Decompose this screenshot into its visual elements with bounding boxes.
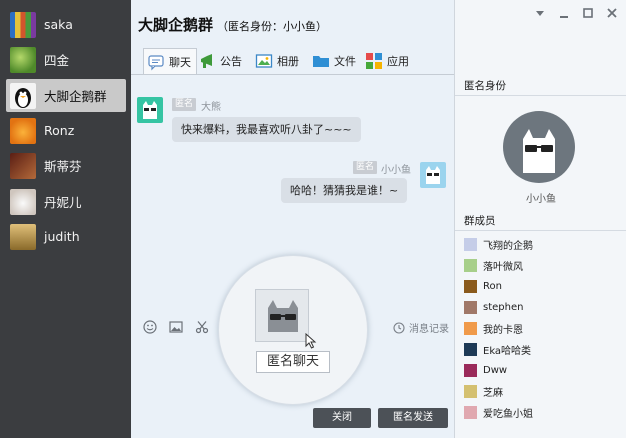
anonymous-identity-label: （匿名身份：小小鱼） xyxy=(217,20,328,33)
contact-item-sijin[interactable]: 四金 xyxy=(6,43,126,76)
sender-avatar xyxy=(137,97,163,123)
tab-apps[interactable]: 应用 xyxy=(365,48,409,74)
message-history-link[interactable]: 消息记录 xyxy=(393,320,449,335)
contact-sidebar: saka 四金 大脚企鹅群 Ronz 斯蒂芬 丹妮儿 judith xyxy=(0,0,131,438)
member-avatar xyxy=(464,321,477,335)
contact-name: 四金 xyxy=(44,53,70,68)
leaves-avatar xyxy=(10,46,36,73)
member-name: Dww xyxy=(483,364,508,376)
portrait-avatar xyxy=(10,152,36,179)
photo-icon xyxy=(255,52,273,70)
member-name: 飞翔的企鹅 xyxy=(483,240,533,252)
contact-name: judith xyxy=(44,229,80,244)
anonymous-tag: 匿名 xyxy=(353,161,378,174)
member-item[interactable]: Ron xyxy=(464,279,502,293)
anonymous-chat-label[interactable]: 匿名聊天 xyxy=(256,351,330,373)
member-item[interactable]: 芝麻 xyxy=(464,384,503,399)
member-avatar xyxy=(464,342,477,356)
penguin-avatar xyxy=(10,82,36,109)
member-avatar xyxy=(464,363,477,377)
member-name: stephen xyxy=(483,301,524,313)
contact-item-group[interactable]: 大脚企鹅群 xyxy=(6,79,126,112)
sender-nickname: 大熊 xyxy=(201,102,221,113)
contact-item-danier[interactable]: 丹妮儿 xyxy=(6,185,126,218)
member-name: 落叶微风 xyxy=(483,261,523,273)
member-name: Ron xyxy=(483,280,502,292)
member-item[interactable]: stephen xyxy=(464,300,523,314)
dropdown-icon[interactable] xyxy=(534,7,546,19)
tab-label: 文件 xyxy=(334,55,356,68)
clock-icon xyxy=(393,321,405,334)
group-name: 大脚企鹅群 xyxy=(138,16,214,34)
contact-name: 斯蒂芬 xyxy=(44,159,82,174)
member-avatar xyxy=(464,258,477,272)
member-name: 芝麻 xyxy=(483,387,503,399)
member-avatar xyxy=(464,237,477,251)
identity-section-title: 匿名身份 xyxy=(455,76,626,96)
member-avatar xyxy=(464,405,477,419)
folder-icon xyxy=(312,52,330,70)
message-bubble: 哈哈！猜猜我是谁！~ xyxy=(281,178,408,203)
self-avatar xyxy=(420,162,446,188)
cat-avatar xyxy=(10,188,36,215)
anonymous-chat-toggle[interactable] xyxy=(255,289,309,342)
maximize-icon[interactable] xyxy=(582,7,594,19)
chat-bubble-icon xyxy=(147,53,165,71)
chat-title: 大脚企鹅群 （匿名身份：小小鱼） xyxy=(138,14,327,35)
member-item[interactable]: 爱吃鱼小姐 xyxy=(464,405,533,420)
member-avatar xyxy=(464,384,477,398)
tab-files[interactable]: 文件 xyxy=(312,48,356,74)
contact-name: saka xyxy=(44,17,73,32)
pencils-avatar xyxy=(10,11,36,38)
tab-label: 相册 xyxy=(277,55,299,68)
scissors-icon[interactable] xyxy=(195,320,209,334)
tab-album[interactable]: 相册 xyxy=(255,48,299,74)
message-bubble: 快来爆料，我最喜欢听八卦了~~~ xyxy=(172,117,361,142)
tab-label: 公告 xyxy=(220,55,242,68)
shelf-avatar xyxy=(10,223,36,250)
tab-announcement[interactable]: 公告 xyxy=(198,48,242,74)
contact-name: Ronz xyxy=(44,123,75,138)
anonymous-tag: 匿名 xyxy=(172,98,197,111)
close-icon[interactable] xyxy=(606,7,618,19)
history-label: 消息记录 xyxy=(409,324,449,335)
members-section-title: 群成员 xyxy=(455,211,626,231)
info-panel: 匿名身份 小小鱼 群成员 飞翔的企鹅 落叶微风 Ron stephen 我的卡恩… xyxy=(454,0,626,438)
member-item[interactable]: Dww xyxy=(464,363,507,377)
window-controls xyxy=(534,7,618,19)
anonymous-avatar xyxy=(503,111,575,183)
contact-item-judith[interactable]: judith xyxy=(6,220,126,253)
contact-name: 大脚企鹅群 xyxy=(44,89,107,104)
member-name: 爱吃鱼小姐 xyxy=(483,408,533,420)
member-avatar xyxy=(464,300,477,314)
member-item[interactable]: 飞翔的企鹅 xyxy=(464,237,533,252)
apps-grid-icon xyxy=(365,52,383,70)
close-button[interactable]: 关闭 xyxy=(313,408,371,428)
megaphone-icon xyxy=(198,52,216,70)
member-item[interactable]: 落叶微风 xyxy=(464,258,523,273)
contact-item-stephen[interactable]: 斯蒂芬 xyxy=(6,149,126,182)
orange-avatar xyxy=(10,117,36,144)
anonymous-send-button[interactable]: 匿名发送 xyxy=(378,408,448,428)
contact-item-ronz[interactable]: Ronz xyxy=(6,114,126,147)
minimize-icon[interactable] xyxy=(558,7,570,19)
sender-nickname: 小小鱼 xyxy=(381,165,411,176)
member-item[interactable]: 我的卡恩 xyxy=(464,321,523,336)
member-name: Eka哈哈类 xyxy=(483,345,532,357)
tab-bar: 聊天 公告 相册 文件 应用 xyxy=(139,48,454,75)
image-icon[interactable] xyxy=(169,320,183,334)
tab-chat[interactable]: 聊天 xyxy=(143,48,197,75)
member-name: 我的卡恩 xyxy=(483,324,523,336)
anonymous-name: 小小鱼 xyxy=(526,194,556,205)
mouse-cursor-icon xyxy=(305,332,317,352)
contact-name: 丹妮儿 xyxy=(44,195,82,210)
tab-label: 聊天 xyxy=(169,56,191,69)
member-avatar xyxy=(464,279,477,293)
anonymous-cat-icon xyxy=(268,300,298,332)
tab-label: 应用 xyxy=(387,55,409,68)
smiley-icon[interactable] xyxy=(143,320,157,334)
member-item[interactable]: Eka哈哈类 xyxy=(464,342,532,357)
contact-item-saka[interactable]: saka xyxy=(6,8,126,41)
